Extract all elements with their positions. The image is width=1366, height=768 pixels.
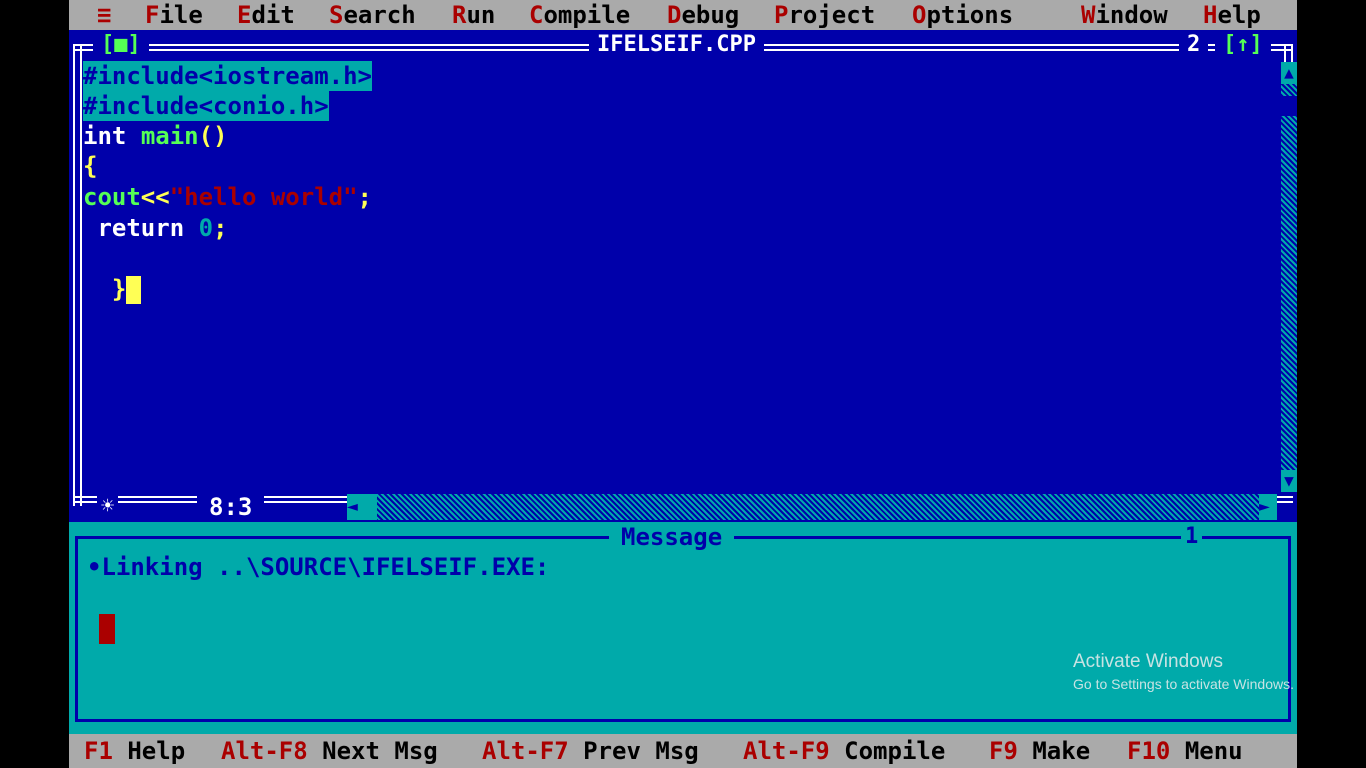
message-title: Message <box>609 522 735 552</box>
vertical-scrollbar[interactable]: ▲ ▼ <box>1281 62 1297 492</box>
scroll-right-arrow-icon[interactable]: ► <box>1259 494 1277 520</box>
menu-project[interactable]: Project <box>774 0 875 30</box>
window-number: 2 <box>1179 32 1209 58</box>
hint-compile[interactable]: Alt-F9 Compile <box>743 734 945 768</box>
message-cursor <box>99 614 115 644</box>
message-text[interactable]: •Linking ..\SOURCE\IFELSEIF.EXE: <box>87 552 549 582</box>
menu-bar: ≡ File Edit Search Run Compile Debug Pro… <box>69 0 1297 30</box>
watermark-subtitle: Go to Settings to activate Windows. <box>1073 676 1294 692</box>
scroll-up-arrow-icon[interactable]: ▲ <box>1281 62 1297 84</box>
system-menu-icon[interactable]: ≡ <box>97 0 111 30</box>
close-box-icon[interactable]: [■] <box>93 32 149 58</box>
menu-file[interactable]: File <box>145 0 203 30</box>
text-cursor <box>126 276 142 304</box>
hint-next-msg[interactable]: Alt-F8 Next Msg <box>221 734 438 768</box>
editor-status-line: ☀ 8:3 ◄ ► <box>97 492 1287 522</box>
editor-window[interactable]: [■] IFELSEIF.CPP 2 [↑] #include<iostream… <box>69 30 1297 522</box>
code-area[interactable]: #include<iostream.h> #include<conio.h> i… <box>83 60 1273 490</box>
message-window[interactable]: Message 1 •Linking ..\SOURCE\IFELSEIF.EX… <box>69 522 1297 732</box>
hint-make[interactable]: F9 Make <box>989 734 1090 768</box>
code-line-4[interactable]: { <box>83 151 97 181</box>
hint-bar: F1 Help Alt-F8 Next Msg Alt-F7 Prev Msg … <box>69 734 1297 768</box>
code-line-8[interactable]: } <box>83 274 142 304</box>
editor-frame-right <box>1284 44 1293 64</box>
activate-windows-watermark: Activate Windows Go to Settings to activ… <box>1073 650 1294 694</box>
hint-help[interactable]: F1 Help <box>84 734 185 768</box>
scroll-left-arrow-icon[interactable]: ◄ <box>347 494 377 520</box>
cursor-position: 8:3 <box>197 492 265 522</box>
editor-frame-left <box>73 44 82 506</box>
code-line-6[interactable]: return 0; <box>83 213 227 243</box>
watermark-title: Activate Windows <box>1073 651 1223 672</box>
menu-compile[interactable]: Compile <box>529 0 630 30</box>
menu-edit[interactable]: Edit <box>237 0 295 30</box>
horizontal-scrollbar[interactable]: ◄ ► <box>347 494 1277 520</box>
code-line-2[interactable]: #include<conio.h> <box>83 91 329 121</box>
modified-marker-icon: ☀ <box>97 492 119 522</box>
message-window-number: 1 <box>1181 522 1203 552</box>
code-line-5[interactable]: cout<<"hello world"; <box>83 182 372 212</box>
menu-help[interactable]: Help <box>1203 0 1261 30</box>
vertical-scroll-thumb[interactable] <box>1281 96 1297 116</box>
menu-run[interactable]: Run <box>452 0 495 30</box>
editor-title: IFELSEIF.CPP <box>589 32 764 58</box>
scroll-down-arrow-icon[interactable]: ▼ <box>1281 470 1297 492</box>
menu-debug[interactable]: Debug <box>667 0 739 30</box>
menu-options[interactable]: Options <box>912 0 1013 30</box>
code-line-3[interactable]: int main() <box>83 121 228 151</box>
hint-menu[interactable]: F10 Menu <box>1127 734 1243 768</box>
menu-search[interactable]: Search <box>329 0 416 30</box>
code-line-1[interactable]: #include<iostream.h> <box>83 61 372 91</box>
zoom-box-icon[interactable]: [↑] <box>1215 32 1271 58</box>
menu-window[interactable]: Window <box>1081 0 1168 30</box>
hint-prev-msg[interactable]: Alt-F7 Prev Msg <box>482 734 699 768</box>
